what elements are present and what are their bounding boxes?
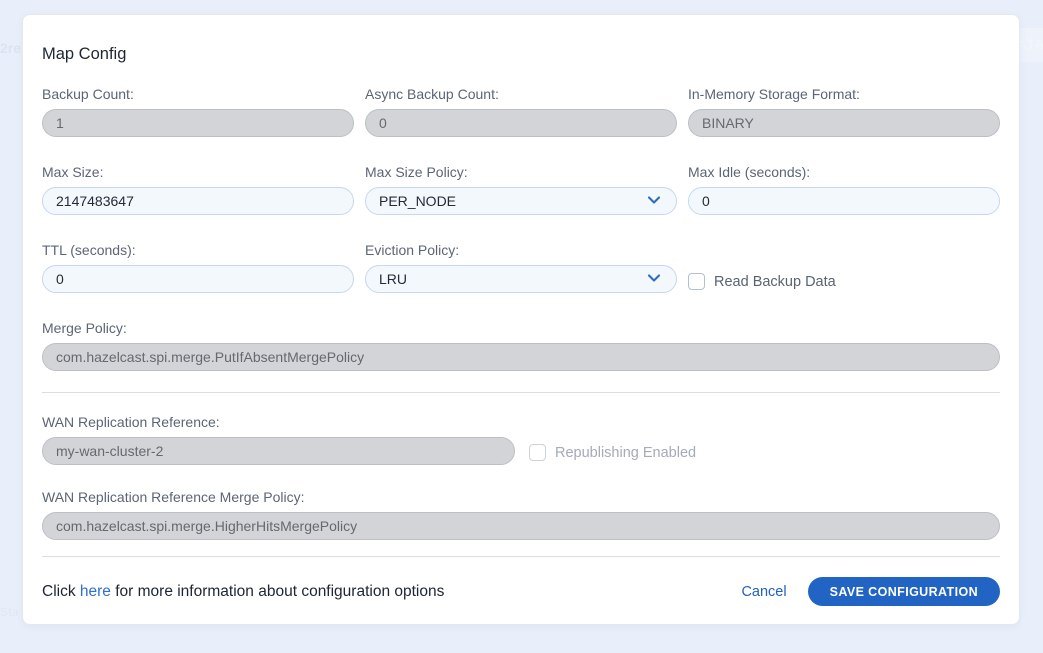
save-configuration-button[interactable]: SAVE CONFIGURATION: [808, 577, 1000, 606]
background-artifact-band: [1016, 28, 1043, 62]
background-text-fragment: 2re: [0, 40, 21, 56]
wan-replication-reference-input: [42, 437, 515, 465]
backup-count-label: Backup Count:: [42, 86, 354, 102]
form-row-3: TTL (seconds): Eviction Policy: LRU Read…: [42, 242, 1000, 293]
eviction-policy-label: Eviction Policy:: [365, 242, 677, 258]
wan-replication-reference-label: WAN Replication Reference:: [42, 414, 515, 430]
max-size-policy-select[interactable]: PER_NODE: [365, 187, 677, 215]
backup-count-input: [42, 109, 354, 137]
async-backup-count-label: Async Backup Count:: [365, 86, 677, 102]
field-max-idle: Max Idle (seconds):: [688, 164, 1000, 215]
footer-info-text: Click here for more information about co…: [42, 583, 444, 601]
form-row-2: Max Size: Max Size Policy: PER_NODE Max …: [42, 164, 1000, 215]
async-backup-count-input: [365, 109, 677, 137]
max-size-input[interactable]: [42, 187, 354, 215]
chevron-down-icon: [646, 192, 663, 211]
read-backup-data-label: Read Backup Data: [714, 274, 836, 290]
ttl-input[interactable]: [42, 265, 354, 293]
footer-info-prefix: Click: [42, 583, 80, 600]
merge-policy-input: [42, 343, 1000, 371]
max-size-policy-value: PER_NODE: [379, 193, 456, 209]
max-size-policy-label: Max Size Policy:: [365, 164, 677, 180]
max-idle-input[interactable]: [688, 187, 1000, 215]
field-merge-policy: Merge Policy:: [42, 320, 1000, 371]
background-text-fragment: Sta: [0, 605, 19, 619]
republishing-enabled-checkbox: [529, 444, 546, 461]
field-read-backup-data: Read Backup Data: [688, 242, 1000, 293]
dialog-footer: Click here for more information about co…: [42, 577, 1000, 606]
more-info-link[interactable]: here: [80, 583, 111, 600]
ttl-label: TTL (seconds):: [42, 242, 354, 258]
max-size-label: Max Size:: [42, 164, 354, 180]
field-backup-count: Backup Count:: [42, 86, 354, 137]
cancel-button[interactable]: Cancel: [741, 584, 786, 600]
read-backup-data-checkbox[interactable]: [688, 273, 705, 290]
form-row-1: Backup Count: Async Backup Count: In-Mem…: [42, 86, 1000, 137]
in-memory-storage-format-input: [688, 109, 1000, 137]
field-in-memory-storage-format: In-Memory Storage Format:: [688, 86, 1000, 137]
max-idle-label: Max Idle (seconds):: [688, 164, 1000, 180]
read-backup-data-checkbox-group[interactable]: Read Backup Data: [688, 273, 836, 290]
in-memory-storage-format-label: In-Memory Storage Format:: [688, 86, 1000, 102]
field-async-backup-count: Async Backup Count:: [365, 86, 677, 137]
form-row-wan: WAN Replication Reference: Republishing …: [42, 414, 1000, 465]
chevron-down-icon: [646, 270, 663, 289]
divider: [42, 556, 1000, 557]
republishing-enabled-label: Republishing Enabled: [555, 445, 696, 461]
field-wan-replication-reference: WAN Replication Reference:: [42, 414, 515, 465]
field-wan-merge-policy: WAN Replication Reference Merge Policy:: [42, 489, 1000, 540]
field-ttl: TTL (seconds):: [42, 242, 354, 293]
republishing-enabled-checkbox-group: Republishing Enabled: [529, 444, 696, 461]
wan-merge-policy-label: WAN Replication Reference Merge Policy:: [42, 489, 1000, 505]
page-title: Map Config: [42, 45, 1000, 64]
field-eviction-policy: Eviction Policy: LRU: [365, 242, 677, 293]
field-max-size: Max Size:: [42, 164, 354, 215]
footer-actions: Cancel SAVE CONFIGURATION: [741, 577, 1000, 606]
wan-merge-policy-input: [42, 512, 1000, 540]
field-max-size-policy: Max Size Policy: PER_NODE: [365, 164, 677, 215]
footer-info-suffix: for more information about configuration…: [111, 583, 444, 600]
eviction-policy-value: LRU: [379, 271, 407, 287]
map-config-dialog: Map Config Backup Count: Async Backup Co…: [22, 14, 1020, 625]
divider: [42, 392, 1000, 393]
eviction-policy-select[interactable]: LRU: [365, 265, 677, 293]
merge-policy-label: Merge Policy:: [42, 320, 1000, 336]
